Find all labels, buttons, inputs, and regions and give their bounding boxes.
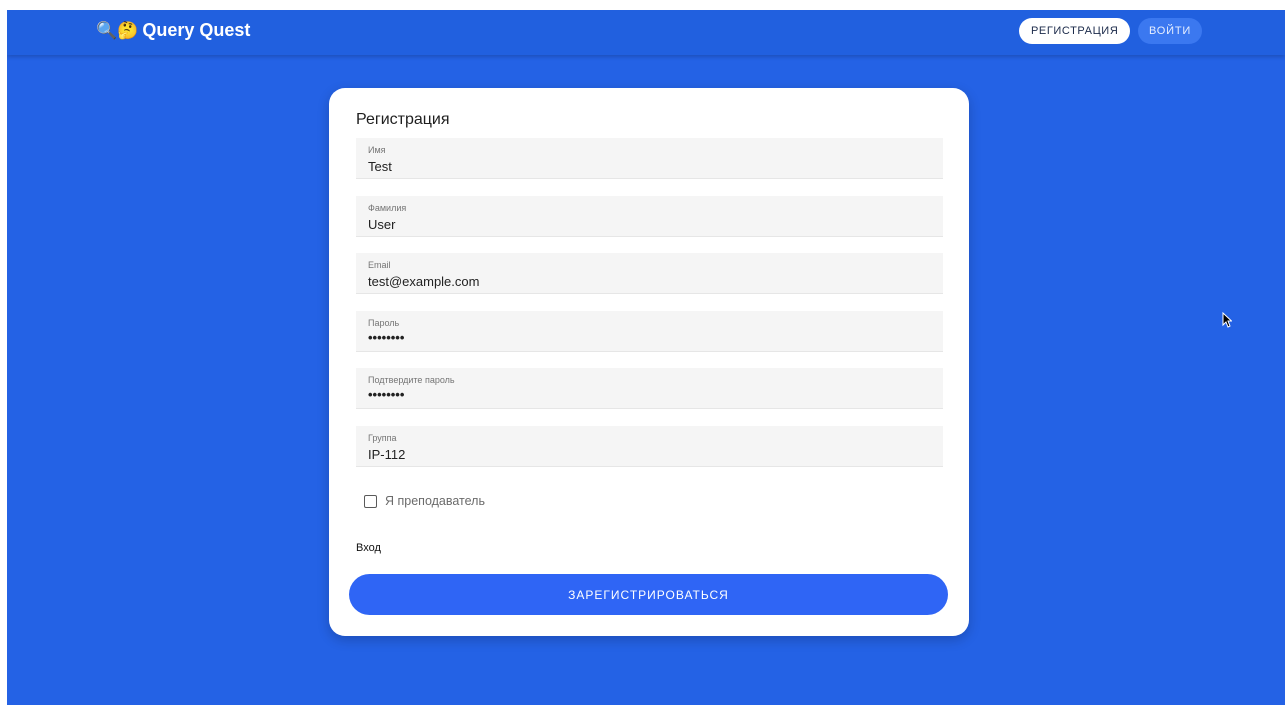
last-name-field[interactable]: Фамилия User <box>356 196 943 237</box>
password-field[interactable]: Пароль •••••••• <box>356 311 943 352</box>
login-nav-button[interactable]: ВОЙТИ <box>1138 18 1203 44</box>
logo-icon: 🔍🤔 <box>96 21 139 40</box>
group-input[interactable]: IP-112 <box>368 447 405 462</box>
email-field[interactable]: Email test@example.com <box>356 253 943 294</box>
register-nav-button[interactable]: РЕГИСТРАЦИЯ <box>1019 18 1131 44</box>
mouse-cursor-icon <box>1222 312 1232 328</box>
teacher-checkbox[interactable] <box>364 494 377 508</box>
app-title: Query Quest <box>142 20 251 40</box>
last-name-input[interactable]: User <box>368 217 395 232</box>
teacher-checkbox-row[interactable]: Я преподаватель <box>364 494 485 508</box>
form-title: Регистрация <box>356 111 450 128</box>
confirm-password-input[interactable]: •••••••• <box>368 387 404 402</box>
first-name-label: Имя <box>368 145 386 155</box>
password-label: Пароль <box>368 318 400 328</box>
email-input[interactable]: test@example.com <box>368 274 479 289</box>
login-link[interactable]: Вход <box>356 542 381 554</box>
app-bar: 🔍🤔 Query Quest РЕГИСТРАЦИЯ ВОЙТИ <box>7 10 1285 55</box>
first-name-input[interactable]: Test <box>368 159 392 174</box>
first-name-field[interactable]: Имя Test <box>356 138 943 179</box>
page-background: 🔍🤔 Query Quest РЕГИСТРАЦИЯ ВОЙТИ Регистр… <box>7 10 1285 705</box>
confirm-password-label: Подтвердите пароль <box>368 375 455 385</box>
group-label: Группа <box>368 433 397 443</box>
teacher-checkbox-label[interactable]: Я преподаватель <box>385 494 485 508</box>
email-label: Email <box>368 260 391 270</box>
confirm-password-field[interactable]: Подтвердите пароль •••••••• <box>356 368 943 409</box>
register-submit-button[interactable]: ЗАРЕГИСТРИРОВАТЬСЯ <box>349 574 948 615</box>
password-input[interactable]: •••••••• <box>368 330 404 345</box>
registration-card: Регистрация Имя Test Фамилия User Email … <box>329 88 969 636</box>
last-name-label: Фамилия <box>368 203 407 213</box>
group-field[interactable]: Группа IP-112 <box>356 426 943 467</box>
brand[interactable]: 🔍🤔 Query Quest <box>96 20 250 41</box>
